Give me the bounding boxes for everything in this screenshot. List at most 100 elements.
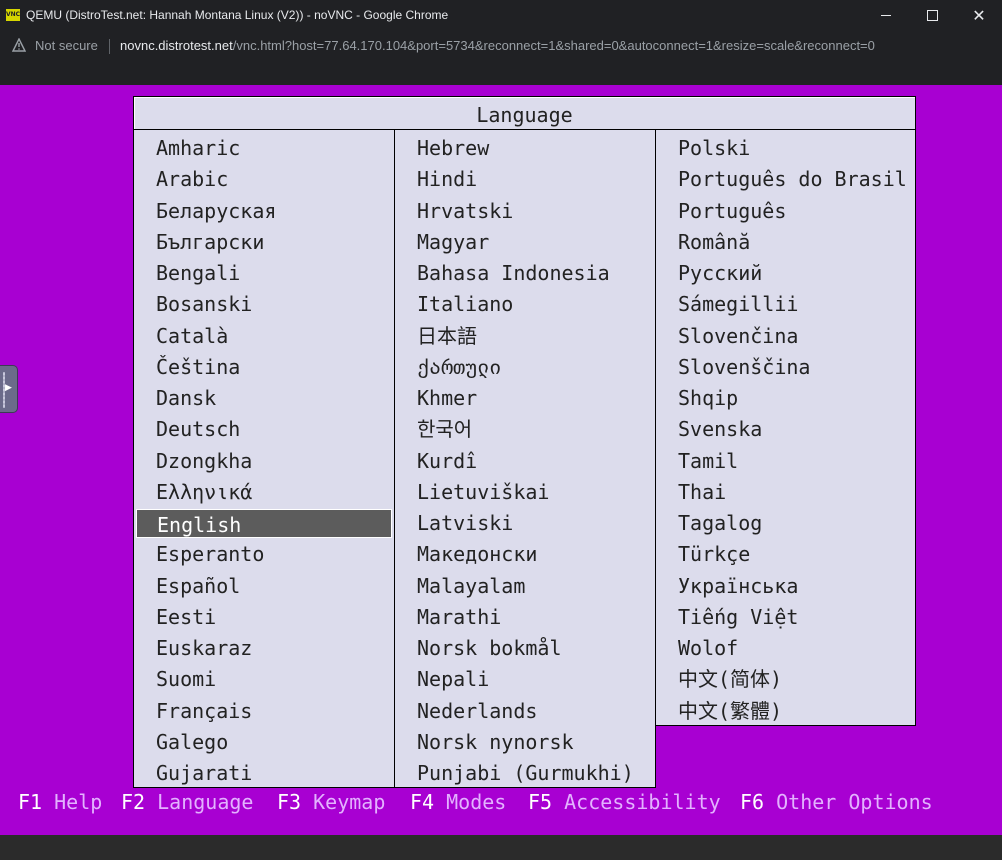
- language-column-3: Polski Português do Brasil Português Română…: [655, 129, 916, 726]
- language-item[interactable]: Kurdî: [417, 446, 477, 477]
- warning-icon[interactable]: [12, 38, 26, 52]
- fkey-key: F5: [528, 790, 553, 814]
- language-item[interactable]: Amharic: [156, 133, 240, 164]
- dialog-title: Language: [133, 96, 916, 130]
- language-item[interactable]: Tagalog: [678, 508, 762, 539]
- language-item[interactable]: Bengali: [156, 258, 240, 289]
- language-item[interactable]: Dzongkha: [156, 446, 252, 477]
- language-item[interactable]: Tamil: [678, 446, 738, 477]
- minimize-button[interactable]: [863, 0, 909, 31]
- url-text[interactable]: novnc.distrotest.net/vnc.html?host=77.64…: [120, 38, 875, 53]
- language-item[interactable]: Ελληνικά: [156, 477, 252, 508]
- language-item[interactable]: Malayalam: [417, 571, 525, 602]
- minimize-icon: [881, 15, 891, 16]
- url-path: /vnc.html?host=77.64.170.104&port=5734&r…: [232, 38, 875, 53]
- language-item[interactable]: Khmer: [417, 383, 477, 414]
- language-item[interactable]: Marathi: [417, 602, 501, 633]
- language-item[interactable]: English: [136, 509, 392, 538]
- language-item[interactable]: Nepali: [417, 664, 489, 695]
- language-column-2: Hebrew Hindi Hrvatski Magyar Bahasa Indonesi…: [394, 129, 656, 788]
- language-item[interactable]: Українська: [678, 571, 798, 602]
- language-item[interactable]: Македонски: [417, 539, 537, 570]
- language-item[interactable]: Hrvatski: [417, 196, 513, 227]
- language-item[interactable]: Español: [156, 571, 240, 602]
- language-item[interactable]: Thai: [678, 477, 726, 508]
- vnc-favicon-icon: VNC: [6, 9, 20, 21]
- vnc-bottom-bar: [0, 835, 1002, 860]
- language-item[interactable]: Euskaraz: [156, 633, 252, 664]
- fkey-key: F1: [18, 790, 43, 814]
- language-item[interactable]: Esperanto: [156, 539, 264, 570]
- fkey-f6[interactable]: F6 Other Options: [740, 790, 933, 814]
- language-item[interactable]: Wolof: [678, 633, 738, 664]
- language-item[interactable]: Български: [156, 227, 264, 258]
- language-item[interactable]: Hebrew: [417, 133, 489, 164]
- language-item[interactable]: Punjabi (Gurmukhi): [417, 758, 634, 789]
- fkey-label: Other Options: [776, 790, 933, 814]
- fkey-f5[interactable]: F5 Accessibility: [528, 790, 721, 814]
- language-item[interactable]: Sámegillii: [678, 289, 798, 320]
- language-item[interactable]: Shqip: [678, 383, 738, 414]
- language-item[interactable]: Magyar: [417, 227, 489, 258]
- address-divider: [109, 39, 110, 54]
- close-icon: ✕: [972, 5, 986, 25]
- language-item[interactable]: Norsk nynorsk: [417, 727, 574, 758]
- security-status[interactable]: Not secure: [35, 38, 98, 53]
- fkey-key: F3: [277, 790, 302, 814]
- url-host: novnc.distrotest.net: [120, 38, 233, 53]
- address-bar[interactable]: Not secure novnc.distrotest.net/vnc.html…: [0, 31, 1002, 60]
- window-title: QEMU (DistroTest.net: Hannah Montana Lin…: [26, 8, 449, 22]
- language-item[interactable]: Bosanski: [156, 289, 252, 320]
- language-item[interactable]: 한국어: [417, 414, 472, 445]
- language-item[interactable]: Arabic: [156, 164, 228, 195]
- language-item[interactable]: Norsk bokmål: [417, 633, 562, 664]
- fkey-f3[interactable]: F3 Keymap: [277, 790, 385, 814]
- language-item[interactable]: Nederlands: [417, 696, 537, 727]
- language-item[interactable]: Deutsch: [156, 414, 240, 445]
- language-item[interactable]: Lietuviškai: [417, 477, 549, 508]
- language-item[interactable]: Bahasa Indonesia: [417, 258, 610, 289]
- language-item[interactable]: Gujarati: [156, 758, 252, 789]
- fkey-label: Help: [54, 790, 103, 814]
- language-item[interactable]: Slovenščina: [678, 352, 810, 383]
- language-item[interactable]: Беларуская: [156, 196, 276, 227]
- fkey-f1[interactable]: F1 Help: [18, 790, 102, 814]
- language-item[interactable]: Galego: [156, 727, 228, 758]
- language-item[interactable]: Dansk: [156, 383, 216, 414]
- language-item[interactable]: Eesti: [156, 602, 216, 633]
- browser-title-bar: VNC QEMU (DistroTest.net: Hannah Montana…: [0, 0, 1002, 31]
- novnc-control-bar-handle[interactable]: ▶: [0, 365, 18, 413]
- expand-arrow-icon: ▶: [5, 383, 12, 393]
- language-column-1: Amharic Arabic Беларуская Български Bengali B…: [133, 129, 395, 788]
- language-item[interactable]: 日本語: [417, 321, 477, 352]
- maximize-button[interactable]: [909, 0, 955, 31]
- language-item[interactable]: Suomi: [156, 664, 216, 695]
- fkey-key: F2: [121, 790, 146, 814]
- language-item[interactable]: Português do Brasil: [678, 164, 907, 195]
- language-item[interactable]: ქართული: [417, 352, 501, 383]
- fkey-label: Language: [157, 790, 254, 814]
- language-item[interactable]: Slovenčina: [678, 321, 798, 352]
- language-item[interactable]: Türkçe: [678, 539, 750, 570]
- language-item[interactable]: 中文(繁體): [678, 696, 782, 727]
- fkey-key: F4: [410, 790, 435, 814]
- language-item[interactable]: Hindi: [417, 164, 477, 195]
- language-item[interactable]: 中文(简体): [678, 664, 782, 695]
- language-item[interactable]: Polski: [678, 133, 750, 164]
- language-item[interactable]: Svenska: [678, 414, 762, 445]
- language-item[interactable]: Latviski: [417, 508, 513, 539]
- fkey-label: Modes: [446, 790, 507, 814]
- language-item[interactable]: Français: [156, 696, 252, 727]
- language-item[interactable]: Čeština: [156, 352, 240, 383]
- fkey-f4[interactable]: F4 Modes: [410, 790, 506, 814]
- fkey-label: Accessibility: [564, 790, 721, 814]
- language-item[interactable]: Русский: [678, 258, 762, 289]
- language-item[interactable]: Română: [678, 227, 750, 258]
- fkey-f2[interactable]: F2 Language: [121, 790, 253, 814]
- language-item[interactable]: Català: [156, 321, 228, 352]
- maximize-icon: [926, 10, 938, 21]
- language-item[interactable]: Tiếng Việt: [678, 602, 798, 633]
- language-item[interactable]: Português: [678, 196, 786, 227]
- close-button[interactable]: ✕: [956, 0, 1002, 31]
- language-item[interactable]: Italiano: [417, 289, 513, 320]
